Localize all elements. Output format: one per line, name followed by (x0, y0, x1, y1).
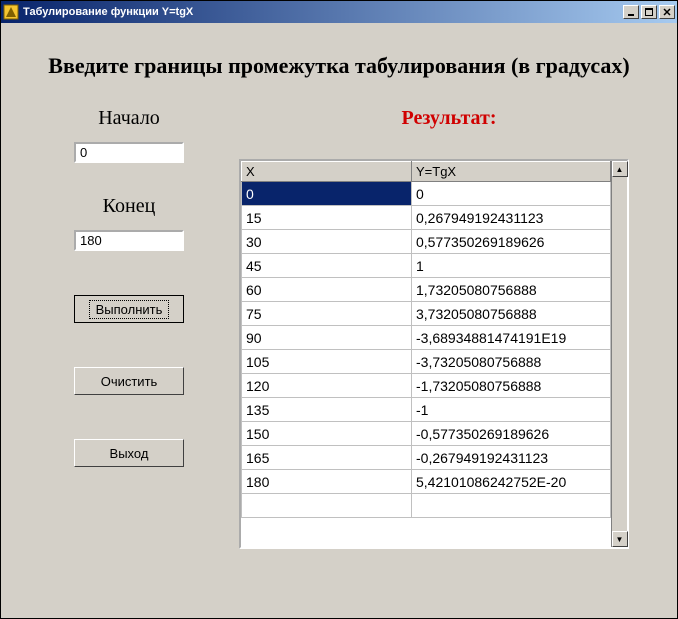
clear-button[interactable]: Очистить (74, 367, 184, 395)
app-icon (3, 4, 19, 20)
cell-x[interactable]: 0 (242, 182, 412, 206)
minimize-button[interactable] (623, 5, 639, 19)
cell-y[interactable]: -1,73205080756888 (412, 374, 611, 398)
window-title: Табулирование функции Y=tgX (23, 6, 623, 18)
table-row[interactable]: 165-0,267949192431123 (242, 446, 611, 470)
cell-x[interactable]: 75 (242, 302, 412, 326)
client-area: Введите границы промежутка табулирования… (1, 23, 677, 487)
cell-x[interactable]: 60 (242, 278, 412, 302)
result-label: Результат: (239, 107, 659, 130)
cell-y[interactable]: 1,73205080756888 (412, 278, 611, 302)
window-buttons (623, 5, 675, 19)
cell-y[interactable]: -3,73205080756888 (412, 350, 611, 374)
table-row[interactable]: 00 (242, 182, 611, 206)
cell-y[interactable]: 3,73205080756888 (412, 302, 611, 326)
cell-y[interactable]: 0,577350269189626 (412, 230, 611, 254)
table-row[interactable]: 120-1,73205080756888 (242, 374, 611, 398)
cell-y[interactable]: -0,577350269189626 (412, 422, 611, 446)
titlebar: Табулирование функции Y=tgX (1, 1, 677, 23)
cell-x[interactable]: 135 (242, 398, 412, 422)
cell-y[interactable]: 5,42101086242752E-20 (412, 470, 611, 494)
start-label: Начало (19, 107, 239, 130)
maximize-button[interactable] (641, 5, 657, 19)
cell-x[interactable]: 180 (242, 470, 412, 494)
table-row[interactable]: 90-3,68934881474191E19 (242, 326, 611, 350)
end-label: Конец (19, 195, 239, 218)
cell-y[interactable]: -1 (412, 398, 611, 422)
vertical-scrollbar[interactable]: ▲ ▼ (611, 161, 627, 547)
cell-x[interactable]: 15 (242, 206, 412, 230)
scroll-up-icon[interactable]: ▲ (612, 161, 628, 177)
cell-x[interactable]: 30 (242, 230, 412, 254)
cell-y[interactable]: 0,267949192431123 (412, 206, 611, 230)
table-row[interactable]: 150,267949192431123 (242, 206, 611, 230)
cell-x[interactable]: 90 (242, 326, 412, 350)
execute-button-label: Выполнить (89, 300, 170, 319)
right-panel: Результат: X Y=TgX (239, 107, 659, 467)
table-row[interactable]: 753,73205080756888 (242, 302, 611, 326)
cell-y[interactable]: -0,267949192431123 (412, 446, 611, 470)
table-row[interactable]: 1805,42101086242752E-20 (242, 470, 611, 494)
page-heading: Введите границы промежутка табулирования… (19, 53, 659, 79)
exit-button[interactable]: Выход (74, 439, 184, 467)
col-header-y[interactable]: Y=TgX (412, 162, 611, 182)
result-grid[interactable]: X Y=TgX 00150,267949192431123300,5773502… (239, 159, 629, 549)
cell-x[interactable]: 165 (242, 446, 412, 470)
close-button[interactable] (659, 5, 675, 19)
cell-y[interactable]: 0 (412, 182, 611, 206)
cell-y[interactable]: 1 (412, 254, 611, 278)
table-row[interactable]: 451 (242, 254, 611, 278)
scroll-down-icon[interactable]: ▼ (612, 531, 628, 547)
left-panel: Начало Конец Выполнить Очистить Выход (19, 107, 239, 467)
cell-x[interactable]: 150 (242, 422, 412, 446)
table-row[interactable]: 150-0,577350269189626 (242, 422, 611, 446)
col-header-x[interactable]: X (242, 162, 412, 182)
table-row (242, 494, 611, 518)
execute-button[interactable]: Выполнить (74, 295, 184, 323)
table-row[interactable]: 300,577350269189626 (242, 230, 611, 254)
result-table: X Y=TgX 00150,267949192431123300,5773502… (241, 161, 611, 518)
start-input[interactable] (74, 142, 184, 163)
table-row[interactable]: 601,73205080756888 (242, 278, 611, 302)
table-row[interactable]: 105-3,73205080756888 (242, 350, 611, 374)
cell-y[interactable]: -3,68934881474191E19 (412, 326, 611, 350)
cell-x[interactable]: 45 (242, 254, 412, 278)
table-row[interactable]: 135-1 (242, 398, 611, 422)
app-window: Табулирование функции Y=tgX Введите гран… (0, 0, 678, 619)
end-input[interactable] (74, 230, 184, 251)
cell-x[interactable]: 120 (242, 374, 412, 398)
cell-x[interactable]: 105 (242, 350, 412, 374)
